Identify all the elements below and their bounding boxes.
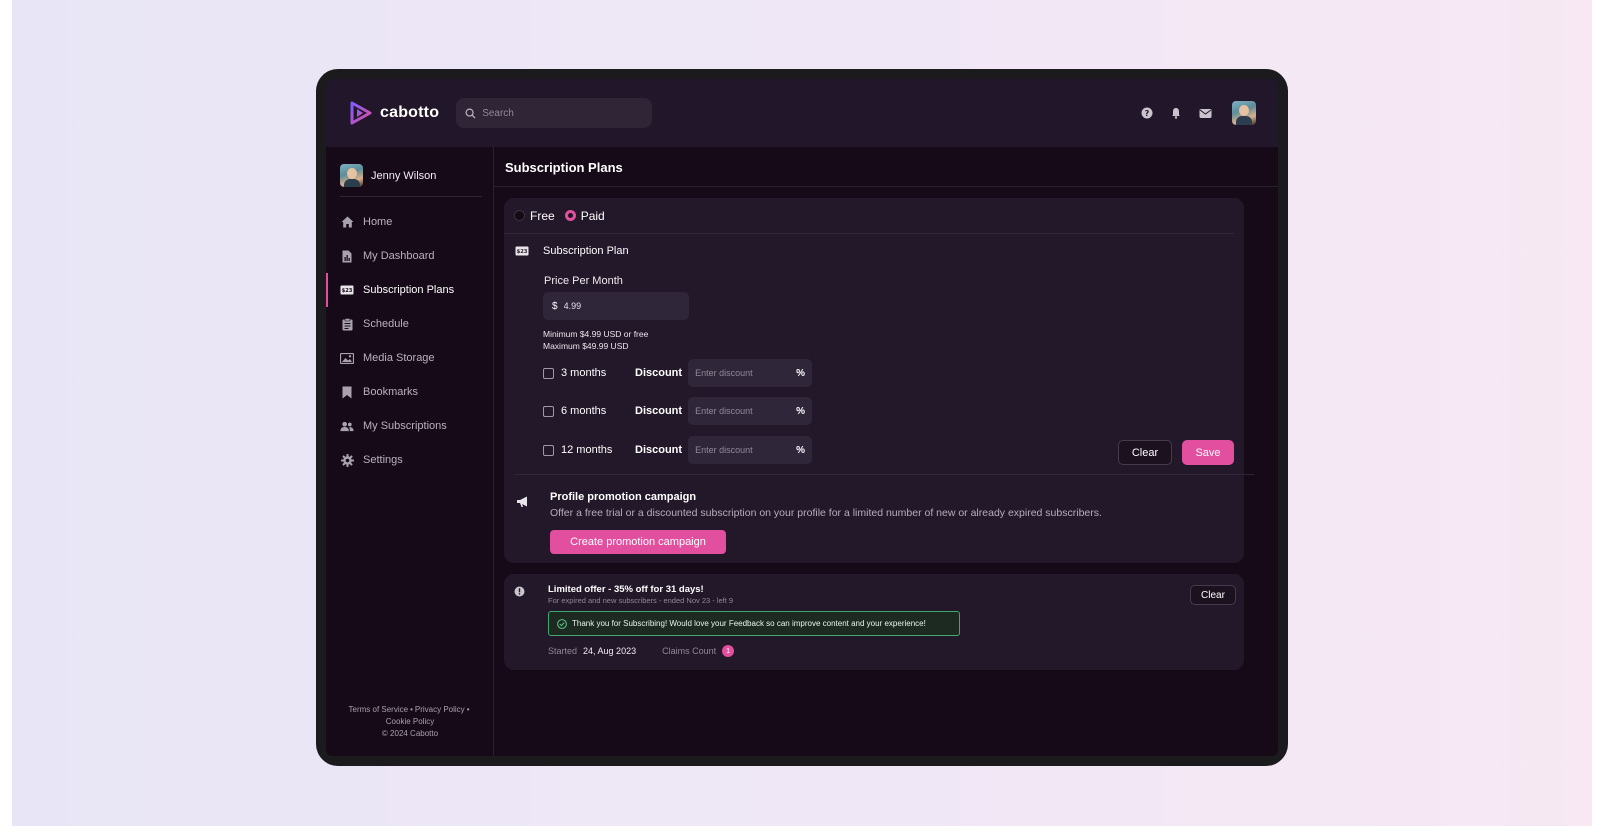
price-min-hint: Minimum $4.99 USD or free [543, 329, 649, 339]
bookmark-icon [340, 385, 354, 399]
users-icon [340, 419, 354, 433]
terms-link[interactable]: Terms of Service [349, 705, 409, 714]
percent-icon: % [796, 405, 806, 417]
sidebar-user[interactable]: Jenny Wilson [340, 164, 482, 197]
radio-free[interactable]: Free [514, 209, 555, 223]
svg-text:$23: $23 [517, 249, 528, 255]
privacy-link[interactable]: Privacy Policy [415, 705, 465, 714]
sidebar: Jenny Wilson Home My Dashboard $23 Subsc… [326, 147, 494, 756]
section-title: Subscription Plan [543, 245, 629, 257]
search-box[interactable] [456, 98, 653, 128]
app-screen: cabotto ? Jenny Wilson H [326, 79, 1278, 756]
offer-meta: Started 24, Aug 2023 Claims Count 1 [548, 645, 735, 657]
currency-symbol: $ [552, 300, 558, 312]
started-label: Started [548, 646, 578, 656]
discount-label: Discount [635, 405, 683, 417]
price-max-hint: Maximum $49.99 USD [543, 341, 629, 351]
header-avatar[interactable] [1232, 101, 1256, 125]
offer-subtitle: For expired and new subscribers - ended … [548, 596, 734, 605]
sidebar-item-bookmarks[interactable]: Bookmarks [326, 375, 493, 409]
price-field[interactable]: $ [543, 292, 689, 320]
user-name: Jenny Wilson [371, 169, 437, 182]
info-icon [514, 586, 525, 597]
offer-card: Limited offer - 35% off for 31 days! For… [504, 574, 1244, 670]
started-value: 24, Aug 2023 [583, 646, 637, 656]
sidebar-footer: Terms of Service • Privacy Policy • Cookie … [348, 705, 470, 738]
discount-label: Discount [635, 444, 683, 456]
gear-icon [340, 453, 354, 467]
promotion-section: Profile promotion campaign Offer a free … [514, 474, 1254, 554]
create-promotion-button[interactable]: Create promotion campaign [550, 530, 726, 554]
device-frame: cabotto ? Jenny Wilson H [316, 69, 1288, 766]
checkbox-12-months[interactable] [543, 444, 554, 456]
radio-indicator [514, 210, 525, 221]
sidebar-item-dashboard[interactable]: My Dashboard [326, 239, 493, 273]
subscription-icon: $23 [340, 283, 354, 297]
discount-field[interactable]: % [688, 397, 813, 425]
discount-field[interactable]: % [688, 436, 813, 464]
term-row-3-months: 3 months Discount % [543, 359, 813, 387]
promo-description: Offer a free trial or a discounted subsc… [550, 507, 1102, 519]
copyright: © 2024 Cabotto [381, 729, 439, 738]
sidebar-item-home[interactable]: Home [326, 205, 493, 239]
sidebar-nav: Home My Dashboard $23 Subscription Plans… [326, 205, 493, 477]
percent-icon: % [796, 367, 806, 379]
main-content: Subscription Plans Free Paid $23 Subscri… [494, 147, 1278, 756]
sidebar-item-media-storage[interactable]: Media Storage [326, 341, 493, 375]
subscription-plan-header: $23 Subscription Plan [515, 245, 1244, 257]
sidebar-item-settings[interactable]: Settings [326, 443, 493, 477]
sidebar-item-my-subscriptions[interactable]: My Subscriptions [326, 409, 493, 443]
search-icon [465, 108, 476, 119]
brand-name: cabotto [380, 104, 440, 121]
schedule-icon [340, 317, 354, 331]
check-circle-icon [557, 618, 567, 629]
claims-badge: 1 [722, 645, 735, 657]
percent-icon: % [796, 444, 806, 456]
price-input[interactable] [563, 301, 674, 311]
discount-label: Discount [635, 367, 683, 379]
top-bar: cabotto ? [326, 79, 1278, 147]
mail-icon[interactable] [1197, 105, 1213, 121]
subscription-card: Free Paid $23 Subscription Plan Price Pe… [504, 198, 1254, 563]
discount-input-12-months[interactable] [695, 445, 792, 455]
offer-clear-button[interactable]: Clear [1190, 585, 1236, 605]
save-button[interactable]: Save [1182, 440, 1234, 465]
discount-input-3-months[interactable] [695, 368, 792, 378]
thank-you-message: Thank you for Subscribing! Would love yo… [548, 611, 960, 636]
help-icon[interactable]: ? [1139, 105, 1155, 121]
offer-title: Limited offer - 35% off for 31 days! [548, 584, 704, 595]
sidebar-item-subscription-plans[interactable]: $23 Subscription Plans [326, 273, 493, 307]
clear-button[interactable]: Clear [1118, 440, 1172, 465]
term-row-6-months: 6 months Discount % [543, 397, 813, 425]
plan-type-selector: Free Paid [504, 198, 1234, 234]
term-row-12-months: 12 months Discount % [543, 436, 813, 464]
subscription-icon: $23 [515, 246, 529, 256]
home-icon [340, 215, 354, 229]
logo-icon [350, 101, 372, 125]
discount-input-6-months[interactable] [695, 406, 792, 416]
price-label: Price Per Month [544, 275, 623, 287]
discount-field[interactable]: % [688, 359, 813, 387]
dashboard-icon [340, 249, 354, 263]
radio-indicator [564, 210, 576, 221]
megaphone-icon [517, 496, 527, 507]
brand-logo[interactable]: cabotto [348, 100, 439, 126]
media-icon [340, 351, 354, 365]
sidebar-item-schedule[interactable]: Schedule [326, 307, 493, 341]
checkbox-6-months[interactable] [543, 405, 554, 417]
svg-text:$23: $23 [342, 288, 353, 294]
promo-title: Profile promotion campaign [550, 491, 697, 503]
search-input[interactable] [482, 107, 643, 119]
cookie-link[interactable]: Cookie Policy [386, 717, 434, 726]
checkbox-3-months[interactable] [543, 367, 554, 379]
radio-paid[interactable]: Paid [564, 209, 605, 223]
avatar [340, 164, 363, 187]
svg-text:?: ? [1145, 109, 1150, 118]
bell-icon[interactable] [1168, 105, 1184, 121]
claims-label: Claims Count [662, 646, 717, 656]
page-title: Subscription Plans [494, 147, 1278, 187]
